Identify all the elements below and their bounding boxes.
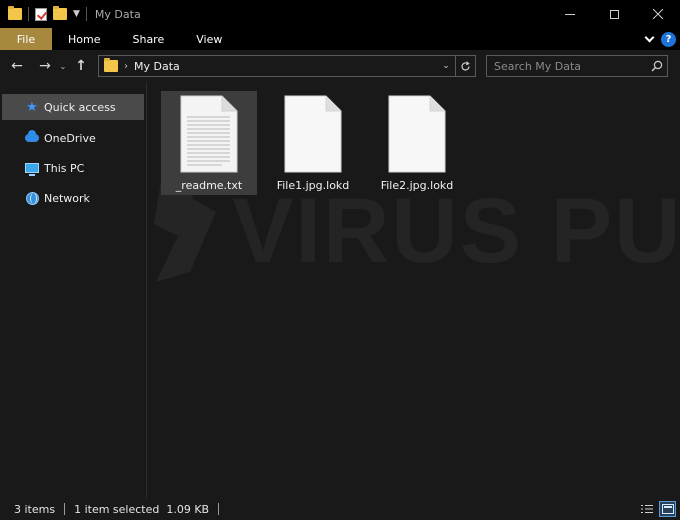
star-icon: ★: [26, 99, 38, 115]
file-list-view[interactable]: VIRUS PUP _readme.txt File1.jpg.lokd: [147, 82, 680, 498]
sidebar-item-quick-access[interactable]: ★ Quick access: [2, 94, 144, 120]
sidebar-item-label: This PC: [44, 161, 85, 175]
expand-ribbon-chevron-icon[interactable]: [644, 32, 655, 42]
ribbon-tabs: File Home Share View ?: [0, 28, 680, 50]
sidebar-item-this-pc[interactable]: This PC: [0, 154, 145, 182]
tab-home[interactable]: Home: [52, 28, 116, 50]
breadcrumb-chevron-icon[interactable]: ›: [124, 61, 128, 72]
view-toggles: [638, 501, 676, 517]
customize-toolbar-dropdown-icon[interactable]: ▼: [73, 9, 80, 19]
file-name[interactable]: File2.jpg.lokd: [381, 179, 454, 192]
details-view-button[interactable]: [638, 501, 655, 517]
status-divider: [64, 503, 66, 515]
network-icon: [24, 191, 40, 205]
refresh-button[interactable]: [455, 56, 475, 76]
up-button[interactable]: ↑: [70, 58, 92, 74]
address-dropdown-icon[interactable]: ⌄: [437, 61, 455, 71]
window-controls: [548, 0, 680, 28]
status-divider: [218, 503, 220, 515]
search-box[interactable]: Search My Data: [486, 55, 668, 77]
search-icon[interactable]: [647, 60, 667, 72]
large-icons-view-icon: [661, 504, 674, 514]
text-document-icon: [180, 95, 238, 173]
search-input[interactable]: Search My Data: [487, 60, 647, 73]
close-icon: [653, 9, 663, 19]
forward-button[interactable]: →: [34, 58, 56, 74]
ribbon-right-controls: ?: [644, 28, 676, 50]
details-view-icon: [640, 505, 653, 513]
tab-view[interactable]: View: [180, 28, 238, 50]
blank-file-icon: [388, 95, 446, 173]
close-button[interactable]: [636, 0, 680, 28]
navigation-bar: ← → ⌄ ↑ › My Data ⌄ Search My Data: [0, 50, 680, 82]
maximize-icon: [609, 9, 619, 19]
new-folder-icon[interactable]: [53, 6, 67, 20]
address-controls: ⌄: [437, 56, 475, 76]
maximize-button[interactable]: [592, 0, 636, 28]
blank-file-icon: [284, 95, 342, 173]
sidebar-item-label: Network: [44, 191, 90, 205]
tab-file[interactable]: File: [0, 28, 52, 50]
window-title: My Data: [94, 7, 141, 21]
sidebar-item-network[interactable]: Network: [0, 184, 145, 212]
minimize-button[interactable]: [548, 0, 592, 28]
file-item-file2[interactable]: File2.jpg.lokd: [369, 91, 465, 195]
computer-icon: [24, 161, 40, 176]
sidebar-item-label: Quick access: [44, 100, 116, 114]
recent-locations-dropdown-icon[interactable]: ⌄: [56, 62, 70, 71]
title-bar: ▼ My Data: [0, 0, 680, 28]
toolbar-divider: [85, 7, 87, 21]
large-icons-view-button[interactable]: [659, 501, 676, 517]
quick-access-toolbar: ▼: [0, 6, 87, 21]
status-item-count: 3 items: [14, 502, 56, 516]
status-selection: 1 item selected: [74, 502, 160, 516]
navigation-pane: ★ Quick access OneDrive This PC Network: [0, 94, 145, 498]
status-bar: 3 items 1 item selected 1.09 KB: [0, 498, 680, 520]
watermark-text: VIRUS PUP: [232, 180, 677, 282]
help-icon[interactable]: ?: [661, 31, 676, 47]
file-name[interactable]: File1.jpg.lokd: [277, 179, 350, 192]
address-bar[interactable]: › My Data ⌄: [98, 55, 476, 77]
breadcrumb-my-data[interactable]: My Data: [134, 60, 180, 73]
cloud-icon: [24, 130, 40, 145]
back-button[interactable]: ←: [6, 58, 28, 74]
minimize-icon: [565, 13, 575, 15]
sidebar-item-onedrive[interactable]: OneDrive: [0, 124, 145, 152]
refresh-icon: [461, 60, 470, 70]
folder-icon: [104, 58, 118, 72]
file-item-readme[interactable]: _readme.txt: [161, 91, 257, 195]
properties-icon[interactable]: [35, 7, 47, 21]
sidebar-item-label: OneDrive: [44, 131, 96, 145]
toolbar-divider: [28, 7, 29, 21]
file-name[interactable]: _readme.txt: [176, 179, 242, 192]
status-size: 1.09 KB: [166, 502, 210, 516]
file-item-file1[interactable]: File1.jpg.lokd: [265, 91, 361, 195]
folder-icon: [8, 6, 22, 20]
tab-share[interactable]: Share: [116, 28, 180, 50]
